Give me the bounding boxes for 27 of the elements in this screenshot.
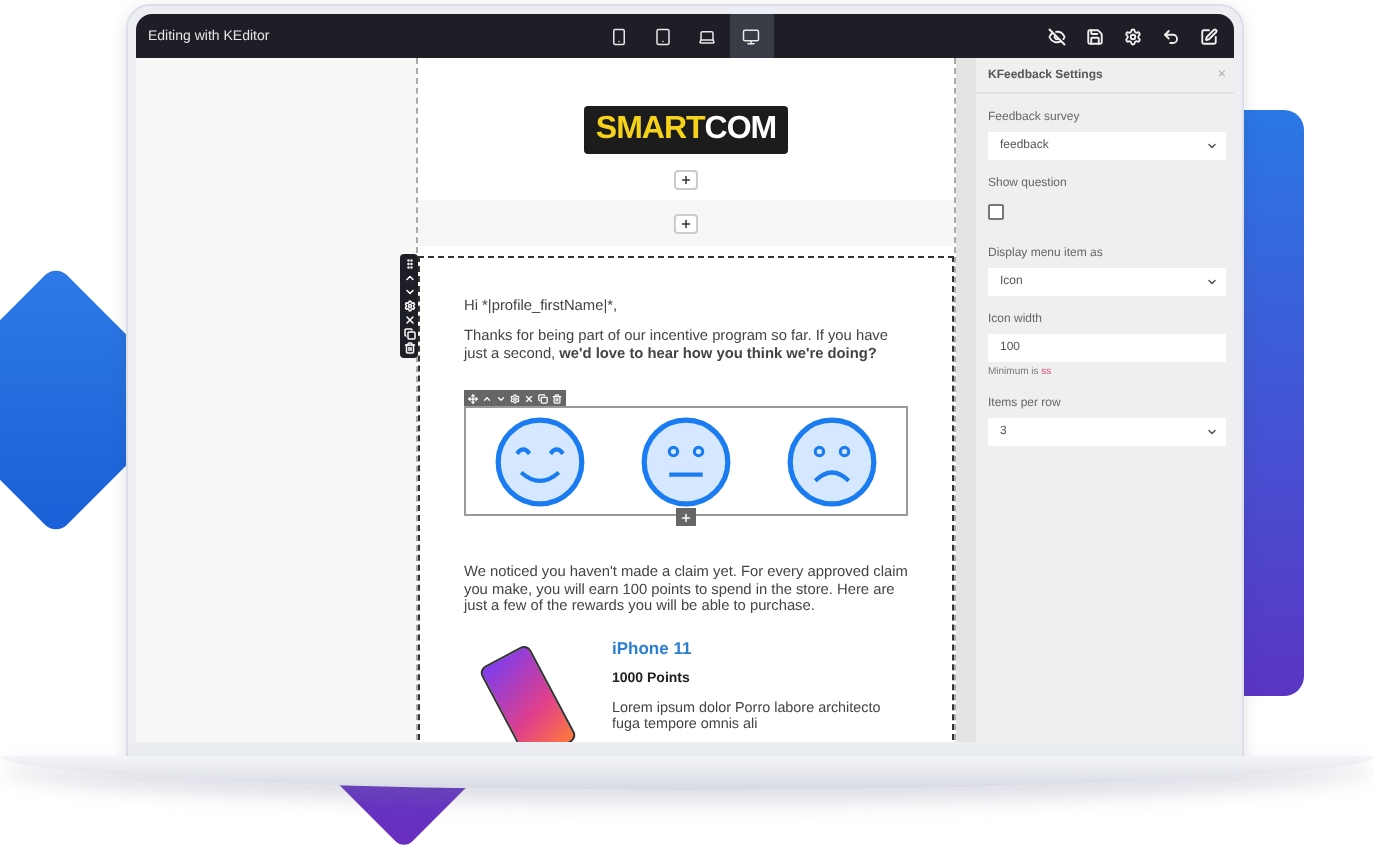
trash-icon[interactable]: [403, 342, 415, 354]
laptop-icon: [698, 27, 716, 45]
add-button[interactable]: [674, 213, 698, 233]
chevron-down-icon: [1206, 140, 1218, 152]
smiling-face-icon[interactable]: [493, 415, 586, 508]
down-icon[interactable]: [403, 286, 415, 298]
sad-face-icon[interactable]: [786, 415, 879, 508]
close-icon[interactable]: [403, 314, 415, 326]
device-button[interactable]: [729, 14, 773, 58]
add-button[interactable]: [676, 508, 696, 527]
move-icon[interactable]: [468, 393, 478, 404]
tablet-icon: [654, 27, 672, 45]
plus-icon: [680, 217, 692, 229]
plus-icon: [680, 174, 692, 186]
up-icon[interactable]: [403, 272, 415, 284]
drag-icon[interactable]: [403, 258, 415, 270]
chevron-down-icon: [1206, 426, 1218, 438]
settings-icon[interactable]: [403, 300, 415, 312]
checkbox[interactable]: [988, 204, 1004, 220]
chevron-down-icon: [1206, 276, 1218, 288]
desktop-icon: [742, 27, 760, 45]
add-button[interactable]: [674, 170, 698, 190]
neutral-face-icon[interactable]: [639, 415, 732, 508]
product-name: iPhone 11: [612, 638, 694, 659]
copy-icon[interactable]: [403, 328, 415, 340]
phone-icon: [610, 27, 628, 45]
logo: SMARTCOM: [583, 106, 789, 154]
